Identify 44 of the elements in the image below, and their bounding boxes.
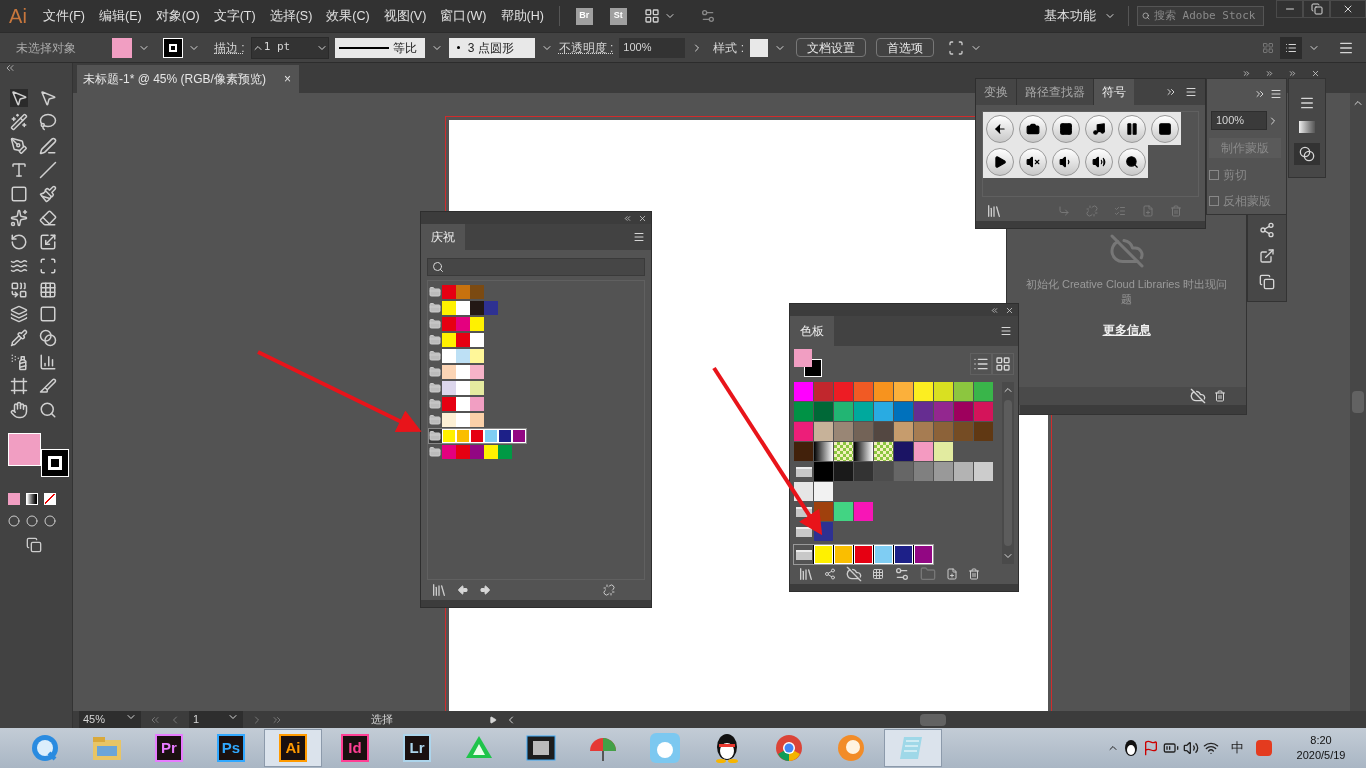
toolbar-button[interactable]: 首选项 <box>876 38 934 57</box>
menu-item[interactable]: 效果(C) <box>319 6 377 26</box>
opacity-label[interactable]: 不透明度 : <box>558 38 614 57</box>
taskbar-app[interactable]: Id <box>326 729 384 767</box>
menu-item[interactable]: 视图(V) <box>376 6 434 26</box>
clock-time[interactable]: 8:20 <box>1310 733 1332 748</box>
brush-dropdown[interactable]: 3 点圆形 <box>448 37 535 58</box>
menu-item[interactable]: 窗口(W) <box>433 6 494 26</box>
search-field[interactable]: 搜索 Adobe Stock <box>1137 6 1264 26</box>
document-tab[interactable]: 未标题-1* @ 45% (RGB/像素预览) <box>77 65 272 93</box>
tab-close-button[interactable]: × <box>271 65 299 93</box>
panel-tab[interactable]: 色板 <box>790 316 834 346</box>
workspace-switcher[interactable]: 基本功能 <box>1044 6 1104 26</box>
app-tile-icon: Ai <box>279 734 307 762</box>
selection-status: 未选择对象 <box>16 39 77 57</box>
taskbar-app[interactable]: Ai <box>264 729 322 767</box>
app-tile-icon: Id <box>341 734 369 762</box>
error-message: 初始化 Creative Cloud Libraries 时出现问题 <box>1024 277 1229 307</box>
menu-item[interactable]: 编辑(E) <box>91 6 149 26</box>
taskbar-app[interactable]: Pr <box>140 729 198 767</box>
menu-item[interactable]: 文字(T) <box>206 6 263 26</box>
stroke-profile-dropdown[interactable]: 等比 <box>334 37 425 58</box>
app-tile-icon: Lr <box>403 734 431 762</box>
menu-item[interactable]: 选择(S) <box>262 6 320 26</box>
opacity-field[interactable]: 100% <box>1211 111 1267 130</box>
opacity-field[interactable]: 100% <box>619 37 686 58</box>
app-tile-icon: Pr <box>155 734 183 762</box>
style-label: 样式 : <box>713 39 744 57</box>
input-method-indicator[interactable]: 中 <box>1231 738 1244 758</box>
panel-tab[interactable]: 庆祝 <box>421 224 465 250</box>
clock-date[interactable]: 2020/5/19 <box>1296 748 1346 763</box>
more-info-link[interactable]: 更多信息 <box>1102 321 1151 339</box>
taskbar-app[interactable]: Lr <box>388 729 446 767</box>
menu-item[interactable]: 对象(O) <box>148 6 207 26</box>
menu-item[interactable]: 帮助(H) <box>493 6 551 26</box>
taskbar-app[interactable]: Ps <box>202 729 260 767</box>
app-logo: Ai <box>8 4 28 29</box>
panel-tab[interactable]: 符号 <box>1094 79 1134 105</box>
stroke-label[interactable]: 描边 : <box>214 38 245 57</box>
menu-item[interactable]: 文件(F) <box>36 6 92 26</box>
status-text: 选择 <box>371 712 394 728</box>
toolbar-button[interactable]: 文档设置 <box>796 38 866 57</box>
page-field[interactable]: 1 <box>193 711 200 728</box>
app-tile-icon: Ps <box>217 734 245 762</box>
